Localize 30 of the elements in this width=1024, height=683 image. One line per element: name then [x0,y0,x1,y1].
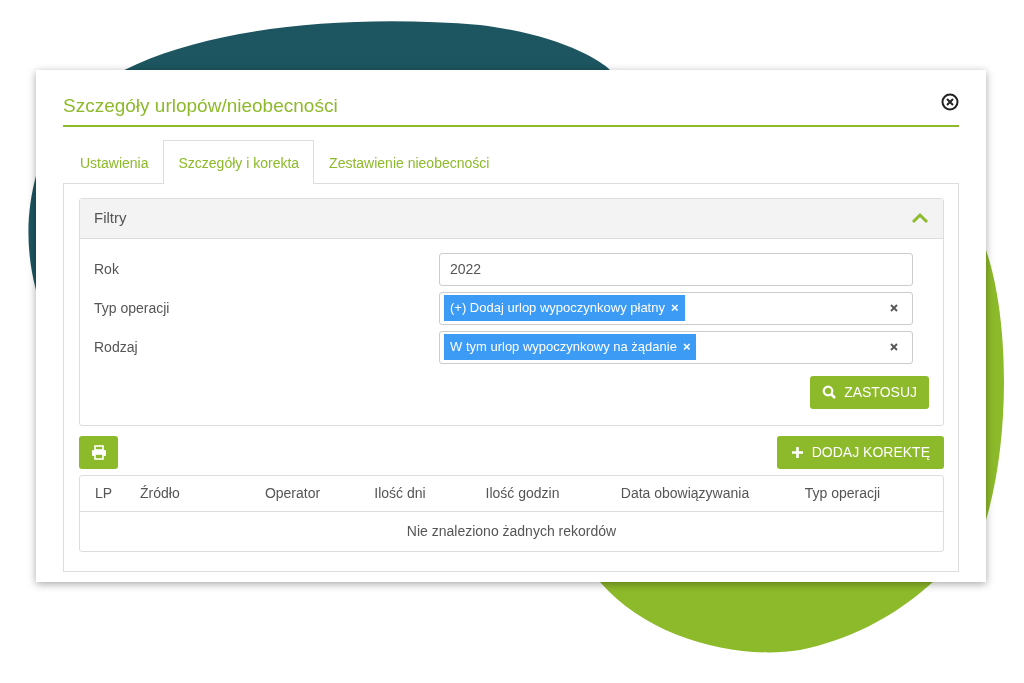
selected-tag: (+) Dodaj urlop wypoczynkowy płatny × [444,295,685,321]
panel-title: Filtry [94,207,127,228]
field-label: Rodzaj [93,337,139,357]
tab[interactable]: Szczegóły i korekta [163,139,315,184]
input-field[interactable]: 2022 [439,252,913,286]
add-button[interactable]: DODAJ KOREKTĘ [776,435,944,469]
close-icon[interactable] [941,92,959,111]
printer-icon [90,444,107,460]
field-label: Typ operacji [93,298,171,318]
plus-icon [790,445,804,459]
column-header: Ilość dni [374,484,426,501]
apply-button[interactable]: ZASTOSUJ [810,375,929,409]
tab[interactable]: Zestawienie nieobecności [314,139,505,184]
column-header: Ilość godzin [485,484,560,501]
tab[interactable]: Ustawienia [65,139,164,184]
search-icon [822,385,837,399]
tag-remove-button[interactable]: × [682,337,691,357]
tag-remove-button[interactable]: × [670,298,679,318]
column-header: Operator [264,484,321,501]
column-header: Źródło [140,484,180,501]
selected-tag: W tym urlop wypoczynkowy na żądanie × [444,334,697,360]
column-header: Data obowiązywania [620,484,750,501]
column-header: Typ operacji [804,484,881,501]
panel-header[interactable]: Filtry [80,198,943,239]
multiselect-field[interactable]: W tym urlop wypoczynkowy na żądanie × [439,330,913,364]
column-header: LP [95,484,113,501]
field-label: Rok [93,259,120,279]
multiselect-field[interactable]: (+) Dodaj urlop wypoczynkowy płatny × [439,291,913,325]
empty-message: Nie znaleziono żadnych rekordów [406,522,617,539]
dialog-title: Szczegóły urlopów/nieobecności [63,94,338,118]
